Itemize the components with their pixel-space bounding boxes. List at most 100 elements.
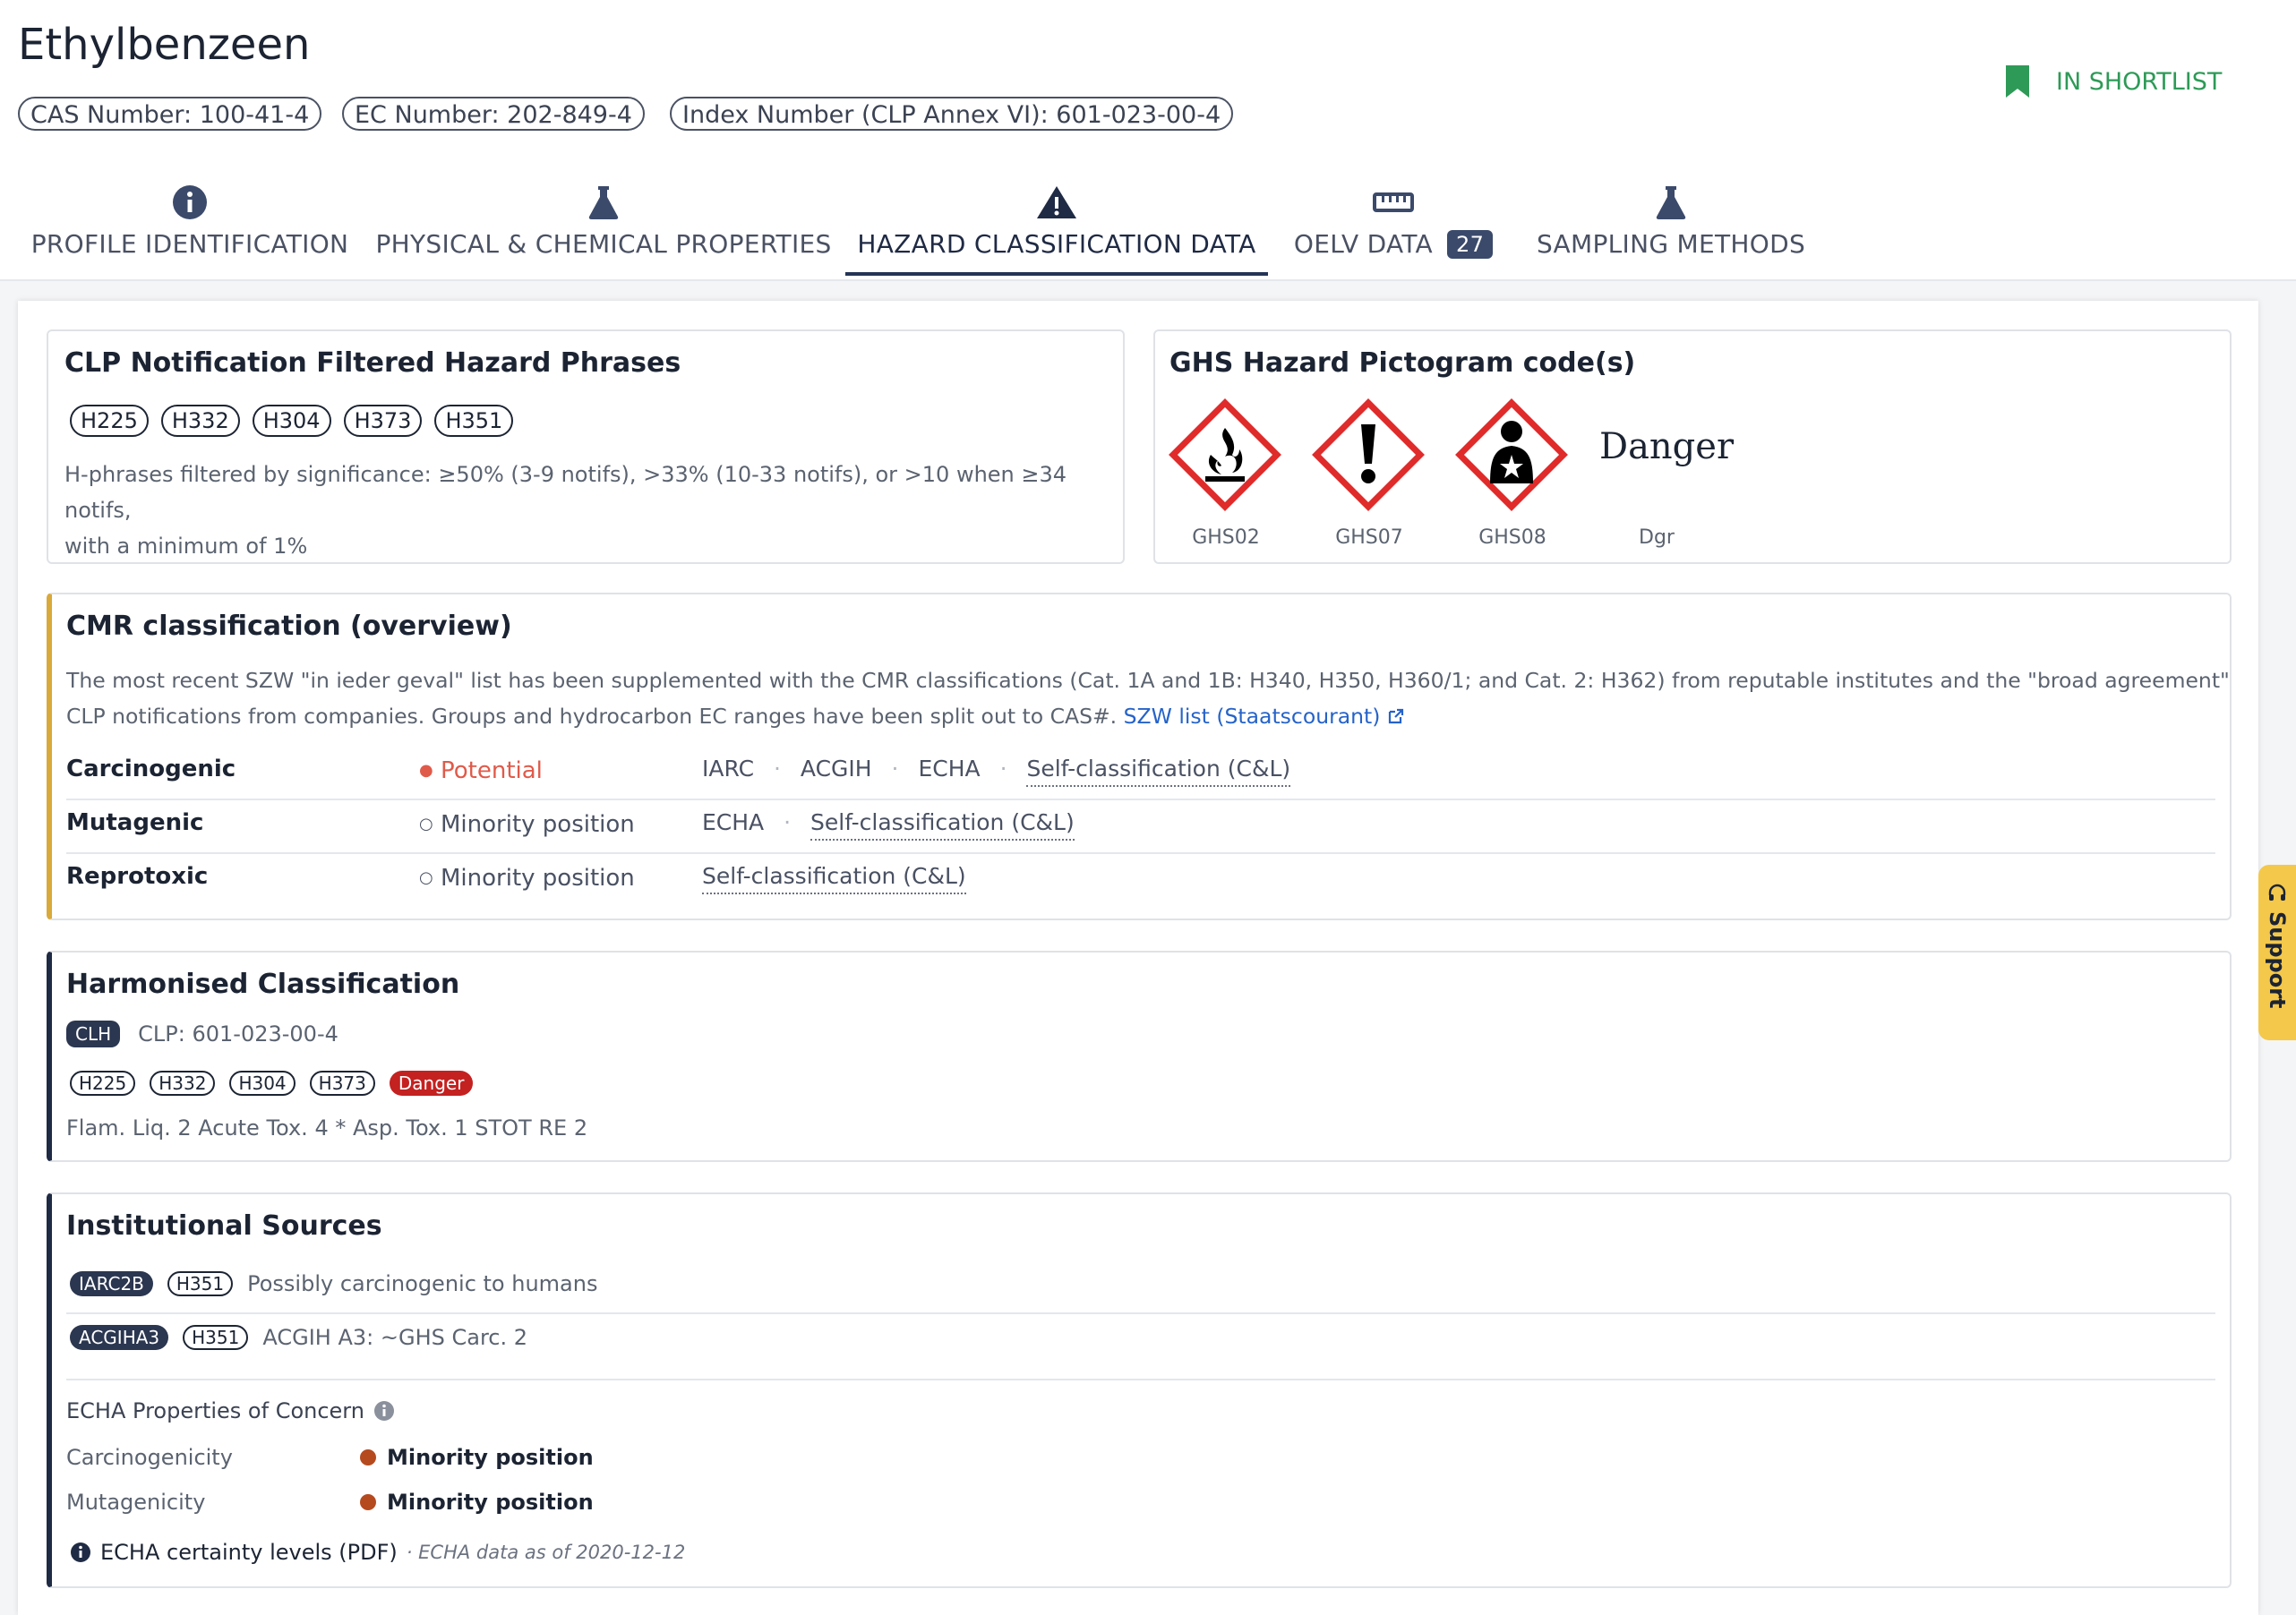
hazard-phrase-chip: H225	[70, 405, 149, 437]
source-echa: ECHA	[702, 809, 765, 835]
shortlist-label: IN SHORTLIST	[2056, 67, 2223, 96]
tab-sampling-methods[interactable]: SAMPLING METHODS	[1537, 172, 1805, 270]
cmr-description: The most recent SZW "in ieder geval" lis…	[66, 662, 2230, 734]
institutional-sources-card: Institutional Sources IARC2B H351 Possib…	[47, 1192, 2232, 1588]
info-circle-icon[interactable]	[373, 1400, 395, 1422]
signal-code: Dgr	[1639, 526, 1675, 549]
clh-badge: CLH	[66, 1021, 121, 1047]
hazard-phrase-chip: H225	[70, 1071, 136, 1096]
page-title: Ethylbenzeen	[18, 20, 311, 70]
echa-properties-heading: ECHA Properties of Concern	[66, 1398, 395, 1423]
support-label: Support	[2265, 911, 2290, 1009]
harmonised-phrase-list: H225 H332 H304 H373 Danger	[70, 1071, 474, 1096]
echa-certainty-link[interactable]: ECHA certainty levels (PDF)	[100, 1540, 398, 1565]
index-number-pill: Index Number (CLP Annex VI): 601-023-00-…	[670, 97, 1234, 131]
tab-hazard-classification-data[interactable]: HAZARD CLASSIFICATION DATA	[845, 172, 1268, 276]
tab-physical-chemical-properties[interactable]: PHYSICAL & CHEMICAL PROPERTIES	[375, 172, 831, 270]
cmr-desc-line: CLP notifications from companies. Groups…	[66, 704, 1118, 729]
szw-link-label: SZW list (Staatscourant)	[1123, 704, 1381, 729]
hazard-phrase-chip: H332	[160, 405, 240, 437]
flame-icon	[1169, 398, 1281, 511]
institutional-row: ACGIHA3 H351 ACGIH A3: ~GHS Carc. 2	[70, 1325, 527, 1350]
hazard-phrase-chip: H304	[252, 405, 331, 437]
harmonised-classes: Flam. Liq. 2 Acute Tox. 4 * Asp. Tox. 1 …	[66, 1115, 588, 1141]
minority-circle-icon: ○	[419, 815, 433, 833]
hazard-phrase-chip: H351	[167, 1271, 234, 1296]
echa-row-value: Minority position	[360, 1445, 594, 1470]
cmr-desc-line: The most recent SZW "in ieder geval" lis…	[66, 668, 2230, 693]
clp-hazard-phrases-card: CLP Notification Filtered Hazard Phrases…	[47, 329, 1125, 564]
row-divider	[66, 799, 2215, 800]
echa-properties-title: ECHA Properties of Concern	[66, 1398, 364, 1423]
institutional-row: IARC2B H351 Possibly carcinogenic to hum…	[70, 1271, 597, 1296]
cmr-sources-reprotoxic: Self-classification (C&L)	[702, 863, 966, 894]
tab-profile-identification[interactable]: PROFILE IDENTIFICATION	[31, 172, 348, 270]
ghs-card-title: GHS Hazard Pictogram code(s)	[1169, 347, 1636, 379]
cmr-status-reprotoxic: ○ Minority position	[419, 865, 635, 892]
echa-value-label: Minority position	[387, 1490, 594, 1515]
ghs-pictogram-card: GHS Hazard Pictogram code(s) GHS02 GHS07…	[1153, 329, 2232, 564]
source-acgih: ACGIH	[800, 756, 872, 782]
info-circle-icon	[71, 1542, 90, 1562]
echa-row-name: Mutagenicity	[66, 1490, 206, 1515]
ruler-icon	[1373, 192, 1414, 212]
institutional-description: ACGIH A3: ~GHS Carc. 2	[262, 1325, 528, 1350]
tab-label: PROFILE IDENTIFICATION	[30, 229, 349, 259]
clp-card-title: CLP Notification Filtered Hazard Phrases	[64, 347, 681, 379]
echa-row-value: Minority position	[360, 1490, 594, 1515]
cas-number-pill: CAS Number: 100-41-4	[18, 97, 322, 131]
cmr-status-mutagenic: ○ Minority position	[419, 811, 635, 838]
tab-label: SAMPLING METHODS	[1536, 229, 1806, 259]
ec-number-pill: EC Number: 202-849-4	[342, 97, 645, 131]
hazard-phrase-chip: H332	[150, 1071, 216, 1096]
bookmark-icon	[2006, 65, 2029, 98]
ghs08-pictogram	[1454, 397, 1569, 512]
ghs07-code: GHS07	[1335, 526, 1403, 549]
tab-label: HAZARD CLASSIFICATION DATA	[857, 229, 1256, 259]
institutional-description: Possibly carcinogenic to humans	[247, 1271, 598, 1296]
self-classification-link[interactable]: Self-classification (C&L)	[1026, 756, 1291, 787]
harmonised-clp-index: CLP: 601-023-00-4	[138, 1021, 338, 1047]
hazard-phrase-chip: H351	[183, 1325, 249, 1350]
ghs08-code: GHS08	[1478, 526, 1546, 549]
danger-badge: Danger	[389, 1071, 474, 1096]
self-classification-link[interactable]: Self-classification (C&L)	[810, 809, 1075, 841]
info-circle-icon	[173, 185, 207, 219]
flask-icon	[1656, 186, 1686, 219]
source-echa: ECHA	[918, 756, 981, 782]
source-iarc: IARC	[702, 756, 755, 782]
echa-value-label: Minority position	[387, 1445, 594, 1470]
self-classification-link[interactable]: Self-classification (C&L)	[702, 863, 966, 894]
clp-filter-note: H-phrases filtered by significance: ≥50%…	[64, 457, 1123, 564]
shortlist-toggle[interactable]: IN SHORTLIST	[2006, 61, 2222, 102]
tab-label: OELV DATA	[1293, 229, 1434, 259]
exclamation-icon	[1312, 398, 1425, 511]
cmr-status-label: Potential	[440, 757, 543, 784]
row-divider	[66, 852, 2215, 854]
echa-data-date: · ECHA data as of 2020-12-12	[406, 1542, 686, 1563]
clp-note-line: with a minimum of 1%	[64, 534, 308, 559]
status-dot-icon	[360, 1494, 376, 1510]
hazard-phrase-chip: H351	[434, 405, 514, 437]
row-divider	[66, 1379, 2215, 1380]
hazard-phrase-chip: H373	[343, 405, 423, 437]
acgih-badge: ACGIHA3	[70, 1325, 169, 1350]
tab-bar: PROFILE IDENTIFICATION PHYSICAL & CHEMIC…	[0, 172, 2296, 281]
ghs07-pictogram	[1311, 397, 1426, 512]
tab-oelv-data[interactable]: OELV DATA 27	[1293, 172, 1494, 270]
headset-icon	[2268, 884, 2286, 901]
cmr-row-name-carcinogenic: Carcinogenic	[66, 756, 236, 782]
institutional-card-title: Institutional Sources	[66, 1210, 382, 1242]
hazard-phrase-chip: H373	[309, 1071, 375, 1096]
cmr-row-name-reprotoxic: Reprotoxic	[66, 863, 209, 890]
cmr-sources-carcinogenic: IARC · ACGIH · ECHA · Self-classificatio…	[702, 756, 1291, 787]
status-dot-icon	[360, 1449, 376, 1465]
szw-list-link[interactable]: SZW list (Staatscourant)	[1124, 704, 1405, 729]
iarc-badge: IARC2B	[70, 1271, 153, 1296]
cmr-sources-mutagenic: ECHA · Self-classification (C&L)	[702, 809, 1075, 841]
harmonised-classification-card: Harmonised Classification CLH CLP: 601-0…	[47, 951, 2232, 1162]
cmr-row-name-mutagenic: Mutagenic	[66, 809, 204, 836]
echa-footer: ECHA certainty levels (PDF) · ECHA data …	[70, 1540, 685, 1565]
flask-icon	[588, 186, 619, 219]
support-tab[interactable]: Support	[2258, 865, 2296, 1040]
